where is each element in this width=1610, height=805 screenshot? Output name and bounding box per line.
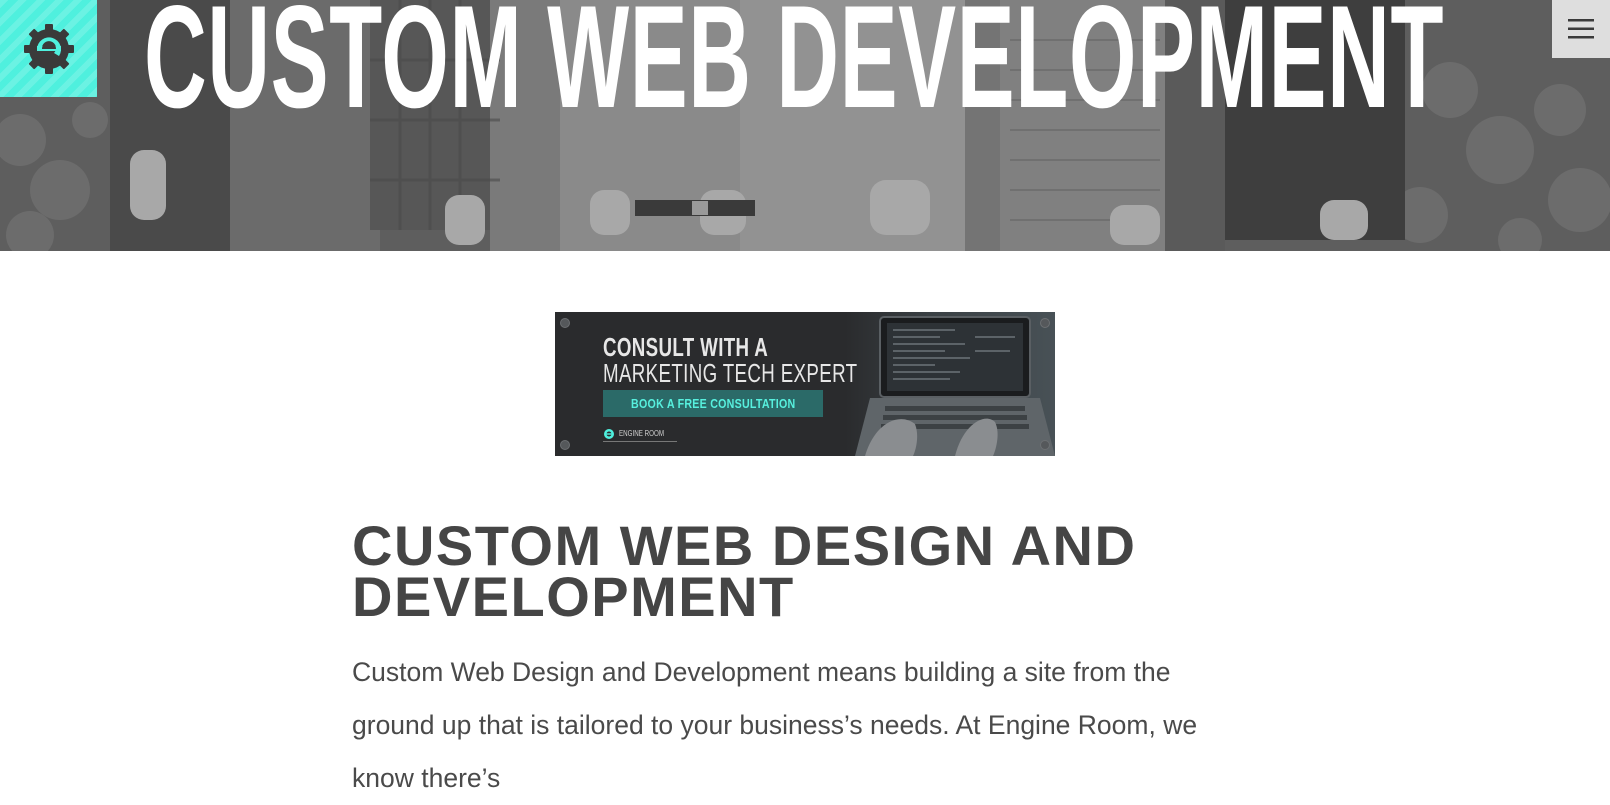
book-consultation-button[interactable]: BOOK A FREE CONSULTATION	[603, 390, 823, 417]
laptop-photo	[845, 312, 1055, 456]
hero-section: CUSTOM WEB DEVELOPMENT	[0, 0, 1610, 251]
site-logo[interactable]	[0, 0, 97, 97]
book-consultation-label: BOOK A FREE CONSULTATION	[630, 396, 796, 411]
banner-brand-label: ENGINE ROOM	[619, 429, 665, 438]
hero-title: CUSTOM WEB DEVELOPMENT	[144, 0, 1445, 138]
consultation-banner-ad[interactable]: CONSULT WITH A MARKETING TECH EXPERT BOO…	[555, 312, 1055, 456]
section-title: CUSTOM WEB DESIGN AND DEVELOPMENT	[352, 514, 1137, 628]
banner-screw-decoration	[560, 440, 570, 450]
engine-room-gear-e-icon	[604, 428, 614, 439]
menu-button[interactable]	[1552, 0, 1610, 58]
banner-screw-decoration	[1040, 318, 1050, 328]
section-body-text: Custom Web Design and Development means …	[352, 657, 1198, 793]
banner-brand: ENGINE ROOM	[603, 426, 677, 442]
banner-screw-decoration	[1040, 440, 1050, 450]
banner-screw-decoration	[560, 318, 570, 328]
banner-heading-line2: MARKETING TECH EXPERT	[603, 358, 858, 388]
hamburger-menu-icon	[1568, 19, 1594, 39]
engine-room-gear-e-icon	[23, 23, 74, 74]
